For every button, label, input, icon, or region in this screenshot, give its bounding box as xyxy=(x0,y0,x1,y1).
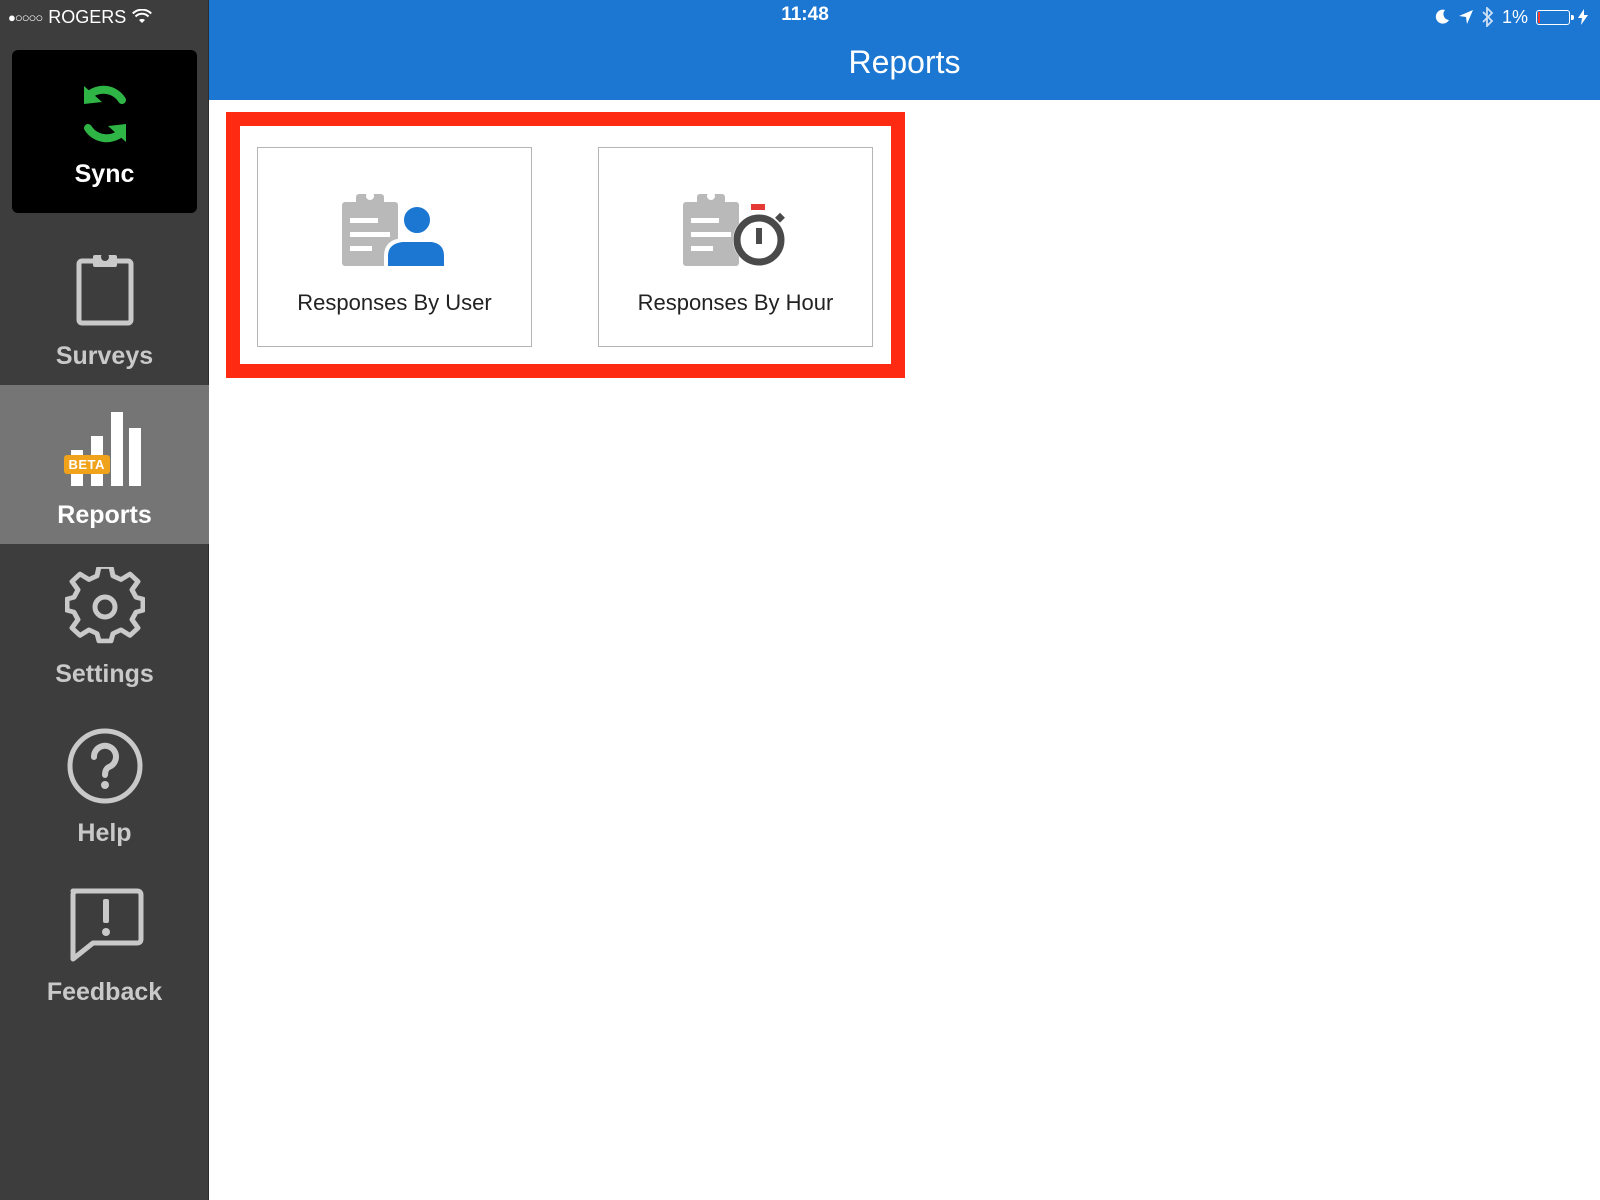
bar-chart-icon: BETA xyxy=(60,405,150,491)
sidebar-item-label: Settings xyxy=(55,660,154,688)
beta-badge: BETA xyxy=(63,455,110,474)
sidebar-item-label: Reports xyxy=(57,501,152,529)
location-icon xyxy=(1458,10,1473,24)
clipboard-icon xyxy=(60,246,150,332)
sidebar-item-feedback[interactable]: Feedback xyxy=(0,862,209,1021)
status-time: 11:48 xyxy=(781,4,829,25)
sidebar-item-settings[interactable]: Settings xyxy=(0,544,209,703)
clipboard-stopwatch-icon xyxy=(681,190,791,270)
wifi-icon xyxy=(132,9,153,23)
sidebar-item-help[interactable]: Help xyxy=(0,703,209,862)
sidebar-item-reports[interactable]: BETA Reports xyxy=(0,385,209,544)
report-card-responses-by-user[interactable]: Responses By User xyxy=(257,147,532,347)
report-card-label: Responses By User xyxy=(297,290,492,315)
carrier-name: ROGERS xyxy=(48,6,127,27)
moon-icon xyxy=(1435,9,1449,24)
sidebar-item-label: Surveys xyxy=(55,342,154,370)
page-title: Reports xyxy=(848,44,961,80)
status-bar-right: 1% xyxy=(1434,4,1588,30)
report-card-responses-by-hour[interactable]: Responses By Hour xyxy=(598,147,873,347)
battery-percent: 1% xyxy=(1501,6,1528,27)
help-icon xyxy=(60,723,150,809)
header-bar: 11:48 1% Reports xyxy=(209,0,1600,100)
gear-icon xyxy=(60,564,150,650)
charging-bolt-icon xyxy=(1578,9,1588,25)
sidebar-item-surveys[interactable]: Surveys xyxy=(0,226,209,385)
signal-strength: ●○○○○ xyxy=(8,9,43,25)
clipboard-user-icon xyxy=(340,190,450,270)
sidebar-item-sync[interactable]: Sync xyxy=(12,50,197,213)
sidebar-item-label: Help xyxy=(77,819,132,847)
sidebar-item-label: Feedback xyxy=(46,978,163,1006)
status-bar-left: ●○○○○ ROGERS xyxy=(8,4,153,30)
sidebar: ●○○○○ ROGERS Sync Surveys BETA Reports S… xyxy=(0,0,209,1200)
sync-icon xyxy=(70,74,140,154)
sidebar-item-label: Sync xyxy=(74,160,135,188)
bluetooth-icon xyxy=(1482,7,1494,27)
battery-icon xyxy=(1536,9,1574,25)
report-card-label: Responses By Hour xyxy=(637,290,834,315)
feedback-icon xyxy=(60,882,150,968)
